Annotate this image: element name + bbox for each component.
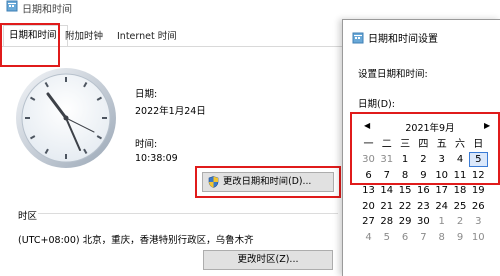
settings-window-title: 日期和时间设置 [352, 30, 438, 47]
window-title: 日期和时间 [6, 0, 72, 18]
calendar-weekday: 五 [436, 139, 447, 150]
calendar-month-title[interactable]: 2021年9月 [400, 120, 460, 134]
tab-internet-time[interactable]: Internet 时间 [112, 27, 182, 47]
calendar-day[interactable]: 8 [397, 169, 414, 182]
calendar-day[interactable]: 9 [452, 231, 469, 244]
calendar-day[interactable]: 13 [360, 184, 377, 197]
calendar-day[interactable]: 24 [433, 200, 450, 213]
calendar-day[interactable]: 30 [360, 153, 377, 166]
calendar-day[interactable]: 10 [470, 231, 487, 244]
calendar-day[interactable]: 10 [433, 169, 450, 182]
calendar-day[interactable]: 31 [378, 153, 395, 166]
highlight-box-tab [0, 23, 60, 67]
calendar-day[interactable]: 7 [415, 231, 432, 244]
calendar-day[interactable]: 21 [378, 200, 395, 213]
calendar-day[interactable]: 3 [470, 215, 487, 228]
calendar-day[interactable]: 25 [452, 200, 469, 213]
settings-title-text: 日期和时间设置 [368, 34, 438, 45]
calendar-weekday: 三 [400, 139, 411, 150]
calendar-day[interactable]: 7 [378, 169, 395, 182]
calendar-weekday: 一 [363, 139, 374, 150]
timezone-divider [38, 213, 338, 214]
calendar-weekday: 四 [418, 139, 429, 150]
calendar-day[interactable]: 26 [470, 200, 487, 213]
time-label: 时间: [135, 139, 158, 150]
clock-icon [14, 66, 118, 173]
calendar-day[interactable]: 27 [360, 215, 377, 228]
calendar-day[interactable]: 15 [397, 184, 414, 197]
window-title-text: 日期和时间 [22, 4, 72, 16]
calendar-day[interactable]: 28 [378, 215, 395, 228]
timezone-section-label: 时区 [18, 211, 38, 222]
calendar-date-label: 日期(D): [358, 99, 395, 110]
tab-additional-clocks[interactable]: 附加时钟 [60, 27, 108, 47]
calendar-day[interactable]: 8 [433, 231, 450, 244]
time-value: 10:38:09 [135, 153, 178, 164]
date-value: 2022年1月24日 [135, 106, 206, 117]
calendar-day[interactable]: 6 [360, 169, 377, 182]
datetime-app-icon [352, 32, 364, 47]
prev-month-button[interactable]: ◀ [364, 121, 370, 130]
calendar-day[interactable]: 2 [452, 215, 469, 228]
calendar-day[interactable]: 1 [397, 153, 414, 166]
calendar-day[interactable]: 12 [470, 169, 487, 182]
shield-icon [208, 176, 219, 195]
date-label: 日期: [135, 89, 158, 100]
calendar-day[interactable]: 30 [415, 215, 432, 228]
calendar-day[interactable]: 2 [415, 153, 432, 166]
calendar-day[interactable]: 16 [415, 184, 432, 197]
change-timezone-button[interactable]: 更改时区(Z)... [203, 250, 333, 270]
calendar-day[interactable]: 6 [397, 231, 414, 244]
calendar-day[interactable]: 1 [433, 215, 450, 228]
calendar-weekday: 六 [455, 139, 465, 150]
calendar-day[interactable]: 9 [415, 169, 432, 182]
change-datetime-button[interactable]: 更改日期和时间(D)... [202, 172, 334, 192]
change-datetime-label: 更改日期和时间(D)... [223, 176, 312, 187]
calendar-day[interactable]: 19 [470, 184, 487, 197]
calendar-day[interactable]: 14 [378, 184, 395, 197]
calendar-weekday: 日 [473, 139, 484, 150]
set-datetime-label: 设置日期和时间: [358, 69, 428, 80]
next-month-button[interactable]: ▶ [484, 121, 490, 130]
timezone-value: (UTC+08:00) 北京，重庆，香港特别行政区，乌鲁木齐 [18, 235, 254, 246]
calendar-day[interactable]: 22 [397, 200, 414, 213]
calendar-day[interactable]: 29 [397, 215, 414, 228]
calendar-day[interactable]: 5 [378, 231, 395, 244]
calendar-day[interactable]: 5 [468, 152, 488, 167]
calendar-day[interactable]: 18 [452, 184, 469, 197]
calendar-day[interactable]: 17 [433, 184, 450, 197]
calendar-day[interactable]: 20 [360, 200, 377, 213]
calendar-day[interactable]: 11 [452, 169, 469, 182]
calendar-day[interactable]: 4 [452, 153, 469, 166]
calendar-day[interactable]: 3 [433, 153, 450, 166]
datetime-app-icon [6, 0, 18, 19]
calendar-day[interactable]: 4 [360, 231, 377, 244]
calendar-weekday: 二 [381, 139, 392, 150]
calendar-day[interactable]: 23 [415, 200, 432, 213]
